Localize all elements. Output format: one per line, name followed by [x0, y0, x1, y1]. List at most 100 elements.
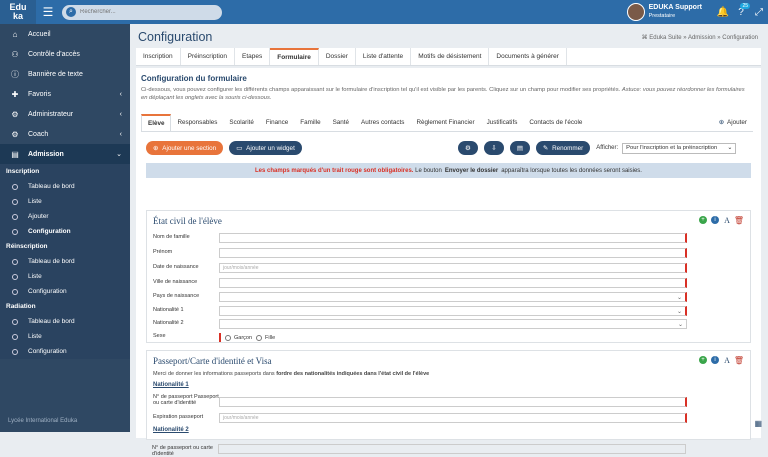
search-bar[interactable]: ⌕: [62, 4, 222, 20]
sidebar-item-admission[interactable]: ▤ Admission ⌄: [0, 144, 130, 164]
ftab-sante[interactable]: Santé: [327, 114, 355, 131]
field-row[interactable]: Expiration passeport jour/mois/année: [153, 413, 693, 424]
circle-icon: [12, 318, 18, 325]
sidebar-sub-item[interactable]: Liste: [0, 194, 130, 209]
sidebar-item-controle-acces[interactable]: ⚇ Contrôle d'accès: [0, 44, 130, 64]
passport-number-field[interactable]: [219, 397, 687, 407]
field-row[interactable]: Nom de famille: [153, 233, 693, 244]
sidebar-sub-item[interactable]: Tableau de bord: [0, 179, 130, 194]
sidebar-item-administrateur[interactable]: ⚙ Administrateur ‹: [0, 104, 130, 124]
add-field-icon[interactable]: +: [699, 216, 707, 224]
ftab-justificatifs[interactable]: Justificatifs: [481, 114, 524, 131]
add-section-button[interactable]: ⊕ Ajouter une section: [146, 141, 224, 155]
date-naissance-field[interactable]: jour/mois/année: [219, 263, 687, 273]
copy-button[interactable]: ▤: [509, 141, 530, 155]
info-icon[interactable]: i: [711, 356, 719, 364]
add-widget-button[interactable]: ▭ Ajouter un widget: [229, 141, 302, 155]
export-icon: ⇩: [491, 144, 497, 152]
notice-red: Les champs marqués d'un trait rouge sont…: [255, 167, 414, 174]
ftab-famille[interactable]: Famille: [294, 114, 326, 131]
export-button[interactable]: ⇩: [483, 141, 504, 155]
expand-icon[interactable]: ⤢: [750, 7, 768, 18]
ftab-reglement[interactable]: Règlement Financier: [410, 114, 480, 131]
tab-preinscription[interactable]: Préinscription: [181, 48, 236, 65]
tab-documents[interactable]: Documents à générer: [489, 48, 567, 65]
menu-icon[interactable]: ☰: [36, 0, 60, 24]
passport2-number-field[interactable]: [218, 444, 686, 454]
sidebar-sub-item[interactable]: Tableau de bord: [0, 314, 130, 329]
passport-expiry-field[interactable]: jour/mois/année: [219, 413, 687, 423]
nom-field[interactable]: [219, 233, 687, 243]
sidebar-item-accueil[interactable]: ⌂ Accueil: [0, 24, 130, 44]
add-tab-button[interactable]: ⊕ Ajouter: [713, 114, 753, 131]
sidebar-sub-item[interactable]: Configuration: [0, 284, 130, 299]
help-icon[interactable]: ? 25: [732, 2, 750, 18]
settings-button[interactable]: ⚙: [457, 141, 478, 155]
nationalite1-select[interactable]: ⌄: [219, 306, 687, 316]
text-format-icon[interactable]: A: [723, 356, 731, 365]
user-info[interactable]: EDUKA Support Prestataire: [649, 4, 702, 20]
circle-icon: [12, 333, 18, 340]
eduka-logo[interactable]: Edu ka: [0, 0, 36, 24]
tab-dossier[interactable]: Dossier: [319, 48, 356, 65]
sidebar-item-coach[interactable]: ⚙ Coach ‹: [0, 124, 130, 144]
field-row[interactable]: Date de naissance jour/mois/année: [153, 263, 693, 274]
trash-icon[interactable]: 🗑: [734, 216, 744, 225]
field-row[interactable]: Prénom: [153, 248, 693, 259]
tab-formulaire[interactable]: Formulaire: [270, 48, 319, 65]
field-label: Ville de naissance: [153, 279, 198, 285]
sidebar-item-banniere[interactable]: ⓘ Bannière de texte: [0, 64, 130, 84]
tab-motifs[interactable]: Motifs de désistement: [411, 48, 490, 65]
ftab-autres-contacts[interactable]: Autres contacts: [355, 114, 410, 131]
nationalite2-select[interactable]: ⌄: [219, 319, 687, 329]
sidebar-sub-label: Liste: [28, 273, 42, 280]
ftab-contacts-ecole[interactable]: Contacts de l'école: [523, 114, 588, 131]
tab-liste-attente[interactable]: Liste d'attente: [356, 48, 412, 65]
ftab-eleve[interactable]: Elève: [141, 114, 172, 131]
field-row[interactable]: N° de passeport Passeport ou carte d'ide…: [153, 393, 693, 409]
rename-button[interactable]: ✎ Renommer: [535, 141, 591, 155]
trash-icon[interactable]: 🗑: [734, 356, 744, 365]
section-etat-civil[interactable]: État civil de l'élève + i A 🗑 Nom de fam…: [146, 210, 751, 343]
field-label: Pays de naissance: [153, 293, 200, 299]
radio-garcon[interactable]: [225, 334, 231, 341]
field-row[interactable]: Nationalité 1 ⌄: [153, 306, 693, 317]
field-row[interactable]: Ville de naissance: [153, 278, 693, 289]
sidebar-sub-item[interactable]: Tableau de bord: [0, 254, 130, 269]
field-row[interactable]: Pays de naissance ⌄: [153, 292, 693, 303]
tab-etapes[interactable]: Etapes: [235, 48, 271, 65]
info-icon: ⓘ: [11, 69, 19, 79]
section-passeport[interactable]: Passeport/Carte d'identité et Visa + i A…: [146, 350, 751, 440]
ftab-responsables[interactable]: Responsables: [171, 114, 223, 131]
ftab-finance[interactable]: Finance: [260, 114, 294, 131]
calculator-icon[interactable]: ▦: [754, 419, 762, 428]
text-format-icon[interactable]: A: [723, 216, 731, 225]
intro-bold: fordre des nationalités indiquées dans l…: [276, 371, 430, 377]
ville-naissance-field[interactable]: [219, 278, 687, 288]
pays-naissance-select[interactable]: ⌄: [219, 292, 687, 302]
sidebar-sub-item[interactable]: Ajouter: [0, 209, 130, 224]
sidebar-sub-item-current[interactable]: Configuration: [0, 224, 130, 239]
prenom-field[interactable]: [219, 248, 687, 258]
notice-mid: Le bouton: [415, 167, 442, 174]
radio-fille[interactable]: [256, 334, 263, 341]
breadcrumb[interactable]: ⌘ Eduka Suite » Admission » Configuratio…: [642, 34, 758, 41]
sidebar-sub-item[interactable]: Liste: [0, 329, 130, 344]
avatar[interactable]: [626, 3, 645, 21]
field-row[interactable]: Sexe Garçon Fille: [153, 332, 693, 343]
sidebar-sub-item[interactable]: Configuration: [0, 344, 130, 359]
ftab-scolarite[interactable]: Scolarité: [223, 114, 260, 131]
tab-inscription[interactable]: Inscription: [136, 48, 181, 65]
sidebar-item-favoris[interactable]: ✚ Favoris ‹: [0, 84, 130, 104]
field-row[interactable]: N° de passeport ou carte d'identité: [152, 444, 692, 457]
sidebar-sub-item[interactable]: Liste: [0, 269, 130, 284]
search-input[interactable]: [80, 9, 210, 15]
sidebar-section-title: Inscription: [0, 164, 130, 179]
field-row[interactable]: Nationalité 2 ⌄: [153, 319, 693, 330]
info-icon[interactable]: i: [711, 216, 719, 224]
add-tab-label: Ajouter: [727, 119, 747, 126]
add-field-icon[interactable]: +: [699, 356, 707, 364]
afficher-select[interactable]: Pour l'inscription et la préinscription ⌄: [622, 142, 737, 154]
bell-icon[interactable]: 🔔: [714, 7, 732, 18]
user-role: Prestataire: [648, 13, 676, 19]
